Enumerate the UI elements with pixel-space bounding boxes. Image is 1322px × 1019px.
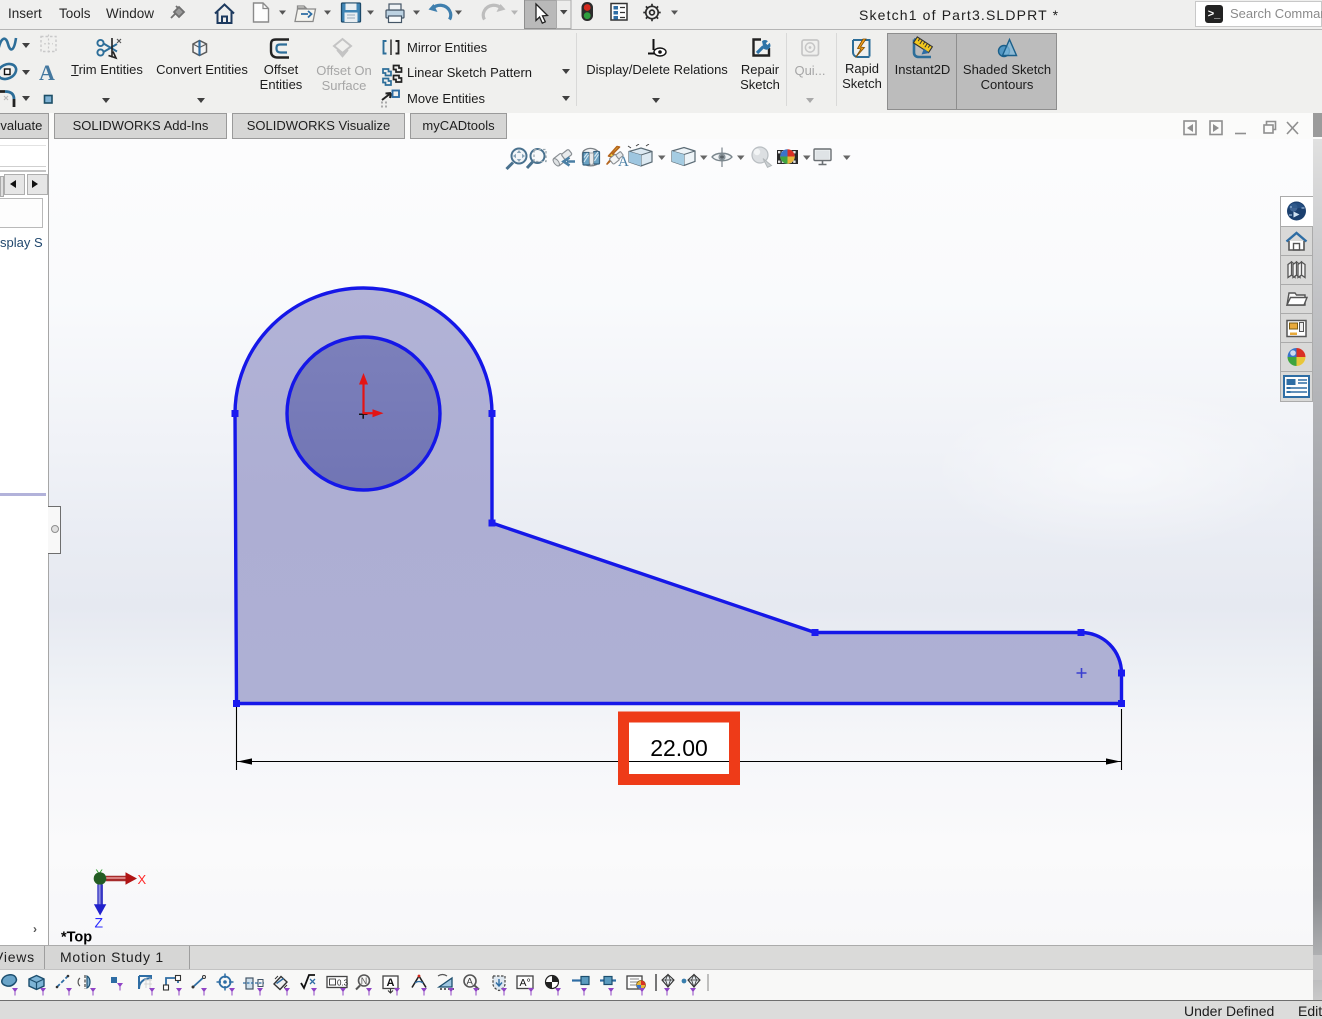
svg-text:Z: Z — [95, 915, 104, 931]
svg-text:A: A — [467, 977, 474, 988]
svg-text:A°: A° — [520, 977, 531, 989]
svg-text:A: A — [39, 60, 55, 85]
svg-text:0.3: 0.3 — [337, 979, 349, 988]
svg-text:22.00: 22.00 — [650, 735, 708, 761]
svg-text:A: A — [387, 977, 395, 989]
svg-text:X: X — [138, 872, 147, 887]
svg-text:N: N — [361, 976, 368, 986]
svg-text:*Top: *Top — [61, 930, 92, 946]
svg-text:A: A — [618, 154, 629, 170]
